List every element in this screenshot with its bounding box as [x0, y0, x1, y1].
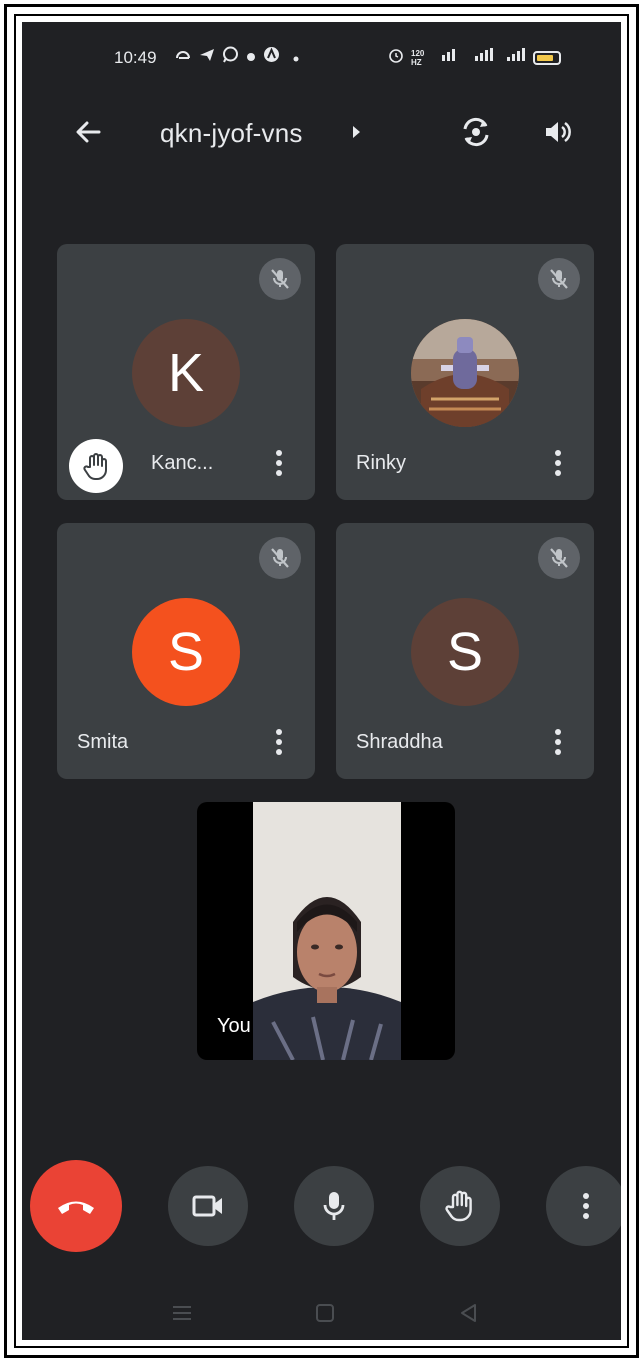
self-view-tile[interactable]: You — [197, 802, 455, 1060]
avatar: K — [132, 319, 240, 427]
home-button[interactable] — [310, 1298, 340, 1328]
participant-options-button[interactable] — [269, 446, 289, 480]
mic-off-icon — [271, 548, 289, 568]
participant-options-button[interactable] — [548, 725, 568, 759]
microphone-toggle-button[interactable] — [294, 1166, 374, 1246]
alarm-icon — [388, 47, 404, 68]
end-call-icon — [58, 1201, 94, 1214]
system-back-button[interactable] — [454, 1298, 484, 1328]
camera-toggle-button[interactable] — [168, 1166, 248, 1246]
volte-icon — [440, 47, 460, 68]
mic-off-icon — [271, 269, 289, 289]
home-square-icon — [316, 1304, 334, 1322]
self-video-feed — [253, 802, 401, 1060]
participant-tile[interactable]: K Kanc... — [57, 244, 315, 500]
raise-hand-button[interactable] — [420, 1166, 500, 1246]
participant-tile[interactable]: S Smita — [57, 523, 315, 779]
status-bar: 10:49 120 HZ — [22, 22, 621, 92]
more-vert-icon — [555, 729, 561, 755]
switch-camera-icon — [463, 117, 489, 147]
microphone-icon — [323, 1192, 345, 1220]
app-icon — [263, 46, 280, 69]
status-left-icons — [174, 46, 299, 69]
signal-4g-icon — [467, 47, 497, 68]
avatar: S — [132, 598, 240, 706]
more-vert-icon — [583, 1193, 589, 1219]
battery-icon — [533, 50, 561, 65]
mic-off-icon — [550, 548, 568, 568]
meet-call-screen: 10:49 120 HZ qkn-jyof-vns K Kanc... Rink… — [22, 22, 621, 1340]
system-nav-bar — [22, 1290, 621, 1340]
signal-icon — [504, 47, 526, 68]
participant-tile[interactable]: Rinky — [336, 244, 594, 500]
status-time: 10:49 — [114, 48, 157, 67]
raise-hand-icon — [445, 1190, 472, 1222]
end-call-button[interactable] — [30, 1160, 122, 1252]
more-vert-icon — [276, 450, 282, 476]
participant-name: Shraddha — [356, 731, 443, 753]
refresh-rate-icon: 120 HZ — [411, 48, 425, 67]
menu-icon — [173, 1306, 191, 1320]
back-triangle-icon — [461, 1304, 476, 1322]
mic-off-icon — [550, 269, 568, 289]
participant-name: Smita — [77, 731, 129, 753]
participant-tile[interactable]: S Shraddha — [336, 523, 594, 779]
avatar: S — [411, 598, 519, 706]
call-header: qkn-jyof-vns — [22, 102, 621, 158]
recents-button[interactable] — [167, 1298, 197, 1328]
meeting-code[interactable]: qkn-jyof-vns — [160, 118, 303, 149]
self-view-label: You — [217, 1015, 251, 1037]
profile-photo-image — [411, 319, 519, 427]
self-camera-image — [253, 802, 401, 1060]
telegram-icon — [199, 47, 215, 69]
participant-options-button[interactable] — [269, 725, 289, 759]
whatsapp-icon — [222, 46, 239, 69]
mic-muted-badge — [538, 537, 580, 579]
back-button[interactable] — [68, 112, 108, 152]
avatar-photo — [411, 319, 519, 427]
mic-muted-badge — [538, 258, 580, 300]
more-options-button[interactable] — [546, 1166, 621, 1246]
avatar-initial: S — [446, 622, 484, 682]
more-vert-icon — [276, 729, 282, 755]
raised-hand-icon — [83, 453, 107, 480]
switch-camera-button[interactable] — [454, 110, 498, 154]
hand-raised-badge — [69, 439, 123, 493]
back-arrow-icon — [76, 121, 101, 143]
mic-muted-badge — [259, 258, 301, 300]
audio-output-button[interactable] — [536, 110, 580, 154]
dot-icon — [293, 48, 299, 68]
sync-icon — [174, 47, 192, 69]
mic-muted-badge — [259, 537, 301, 579]
participant-name: Rinky — [356, 452, 407, 474]
call-controls — [22, 1160, 621, 1260]
caret-right-icon[interactable] — [348, 124, 364, 140]
video-camera-icon — [192, 1195, 222, 1217]
dot-icon — [246, 48, 256, 68]
participant-options-button[interactable] — [548, 446, 568, 480]
avatar-initial: S — [167, 622, 205, 682]
more-vert-icon — [555, 450, 561, 476]
status-right-icons: 120 HZ — [388, 47, 561, 68]
speaker-icon — [546, 121, 571, 143]
participant-name: Kanc... — [151, 452, 214, 474]
avatar-initial: K — [167, 343, 205, 403]
